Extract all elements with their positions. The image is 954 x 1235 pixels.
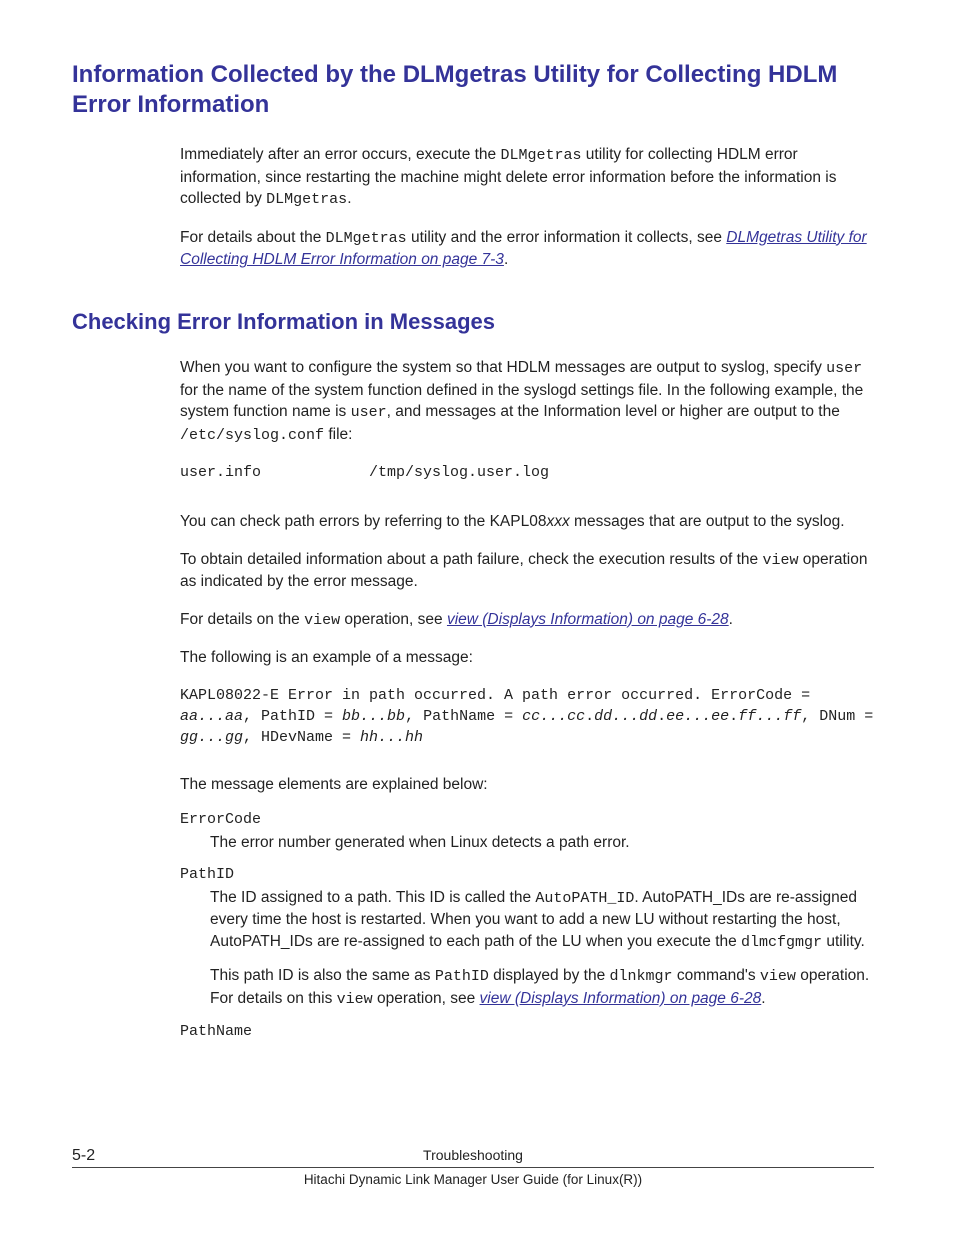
text: , PathName = <box>405 708 522 725</box>
text: The ID assigned to a path. This ID is ca… <box>210 889 535 906</box>
code-inline: /etc/syslog.conf <box>180 427 324 444</box>
paragraph: The following is an example of a message… <box>180 647 874 668</box>
variable: hh...hh <box>360 729 423 746</box>
text: utility and the error information it col… <box>407 229 727 246</box>
definition-term: PathName <box>180 1023 874 1040</box>
text: When you want to configure the system so… <box>180 359 826 376</box>
paragraph: To obtain detailed information about a p… <box>180 549 874 593</box>
footer-chapter: Troubleshooting <box>72 1147 874 1165</box>
text: , HDevName = <box>243 729 360 746</box>
page-number: 5-2 <box>72 1147 95 1165</box>
text: For details on the <box>180 611 304 628</box>
text: . <box>347 190 351 207</box>
text: command's <box>673 967 760 984</box>
code-inline: AutoPATH_ID <box>535 890 634 907</box>
paragraph: You can check path errors by referring t… <box>180 511 874 532</box>
text: , PathID = <box>243 708 342 725</box>
text: operation, see <box>340 611 447 628</box>
message-example: KAPL08022-E Error in path occurred. A pa… <box>180 685 874 748</box>
definition-desc: The error number generated when Linux de… <box>210 832 874 853</box>
text: For details about the <box>180 229 326 246</box>
code-inline: dlmcfgmgr <box>741 934 822 951</box>
text: You can check path errors by referring t… <box>180 513 546 530</box>
text: , and messages at the Information level … <box>387 403 840 420</box>
text: This path ID is also the same as <box>210 967 435 984</box>
variable: gg...gg <box>180 729 243 746</box>
text: . <box>585 708 594 725</box>
text: KAPL08022-E Error in path occurred. A pa… <box>180 687 810 704</box>
text: . <box>729 611 733 628</box>
code-inline: user <box>351 404 387 421</box>
variable: ff...ff <box>738 708 801 725</box>
text: file: <box>324 426 352 443</box>
paragraph: The message elements are explained below… <box>180 774 874 795</box>
text: . <box>504 251 508 268</box>
paragraph: When you want to configure the system so… <box>180 357 874 446</box>
paragraph: Immediately after an error occurs, execu… <box>180 144 874 211</box>
text: . <box>657 708 666 725</box>
code-inline: DLMgetras <box>326 230 407 247</box>
text: . <box>729 708 738 725</box>
xref-link[interactable]: view (Displays Information) on page 6-28 <box>480 990 762 1007</box>
footer-book-title: Hitachi Dynamic Link Manager User Guide … <box>72 1172 874 1187</box>
code-inline: DLMgetras <box>500 147 581 164</box>
definition-desc: The ID assigned to a path. This ID is ca… <box>210 887 874 954</box>
paragraph: For details on the view operation, see v… <box>180 609 874 632</box>
text: utility. <box>822 933 865 950</box>
definition-desc: This path ID is also the same as PathID … <box>210 965 874 1010</box>
definition-term: PathID <box>180 866 874 883</box>
code-inline: view <box>337 991 373 1008</box>
text: . <box>761 990 765 1007</box>
section-heading-2: Checking Error Information in Messages <box>72 309 874 335</box>
variable: aa...aa <box>180 708 243 725</box>
variable: bb...bb <box>342 708 405 725</box>
code-inline: PathID <box>435 968 489 985</box>
italic-text: xxx <box>546 513 569 530</box>
variable: cc...cc <box>522 708 585 725</box>
code-inline: view <box>762 552 798 569</box>
variable: dd...dd <box>594 708 657 725</box>
code-block: user.info /tmp/syslog.user.log <box>180 462 874 483</box>
code-inline: view <box>304 612 340 629</box>
code-inline: DLMgetras <box>266 191 347 208</box>
variable: ee...ee <box>666 708 729 725</box>
text: displayed by the <box>489 967 610 984</box>
section-heading-1: Information Collected by the DLMgetras U… <box>72 60 874 120</box>
text: Immediately after an error occurs, execu… <box>180 146 500 163</box>
xref-link[interactable]: view (Displays Information) on page 6-28 <box>447 611 729 628</box>
code-inline: dlnkmgr <box>610 968 673 985</box>
paragraph: For details about the DLMgetras utility … <box>180 227 874 271</box>
text: , DNum = <box>801 708 873 725</box>
text: To obtain detailed information about a p… <box>180 551 762 568</box>
code-inline: user <box>826 360 862 377</box>
definition-term: ErrorCode <box>180 811 874 828</box>
code-inline: view <box>760 968 796 985</box>
page-footer: 5-2 Troubleshooting Hitachi Dynamic Link… <box>72 1147 874 1187</box>
text: messages that are output to the syslog. <box>570 513 845 530</box>
text: operation, see <box>373 990 480 1007</box>
footer-rule <box>72 1167 874 1168</box>
